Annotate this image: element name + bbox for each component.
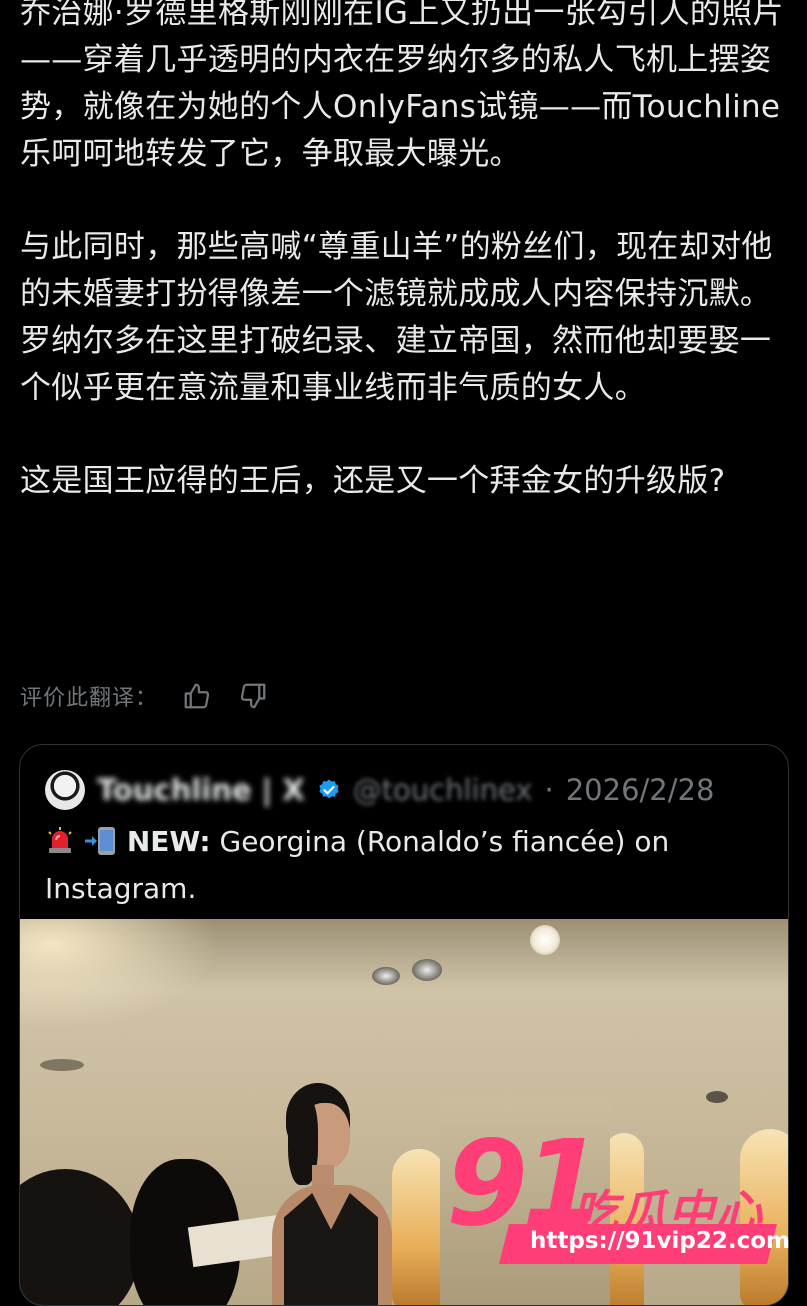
mobile-arrow-emoji [84,826,118,868]
quoted-post-header: Touchline | X @touchlinex · 2026/2/28 [45,769,768,811]
quoted-author-handle[interactable]: @touchlinex [353,773,533,807]
rate-translation-label: 评价此翻译： [20,686,159,711]
quoted-post-text: NEW: Georgina (Ronaldo’s fiancée) on Ins… [45,821,765,910]
verified-badge-icon [317,778,341,802]
thumbs-down-icon[interactable] [236,679,270,713]
person-figure [272,1083,398,1305]
quoted-author-name[interactable]: Touchline | X [97,773,305,807]
watermark-url: https://91vip22.com [530,1228,791,1254]
post-body: 乔治娜·罗德里格斯刚刚在IG上又扔出一张勾引人的照片——穿着几乎透明的内衣在罗纳… [20,0,792,505]
siren-emoji [45,826,75,868]
quoted-post-date[interactable]: 2026/2/28 [566,773,715,807]
post-paragraph-2: 与此同时，那些高喊“尊重山羊”的粉丝们，现在却对他的未婚妻打扮得像差一个滤镜就成… [20,229,773,406]
cabin-window [392,1149,446,1305]
watermark-logo: 91 吃瓜中心 https://91vip22.com [446,1114,796,1272]
new-label: NEW: [126,825,211,858]
rate-translation-row: 评价此翻译： [20,676,270,716]
thumbs-up-icon[interactable] [180,679,214,713]
post-paragraph-3: 这是国王应得的王后，还是又一个拜金女的升级版? [20,463,726,499]
post-paragraph-1: 乔治娜·罗德里格斯刚刚在IG上又扔出一张勾引人的照片——穿着几乎透明的内衣在罗纳… [20,0,784,172]
separator-dot: · [544,773,554,807]
avatar[interactable] [45,770,85,810]
